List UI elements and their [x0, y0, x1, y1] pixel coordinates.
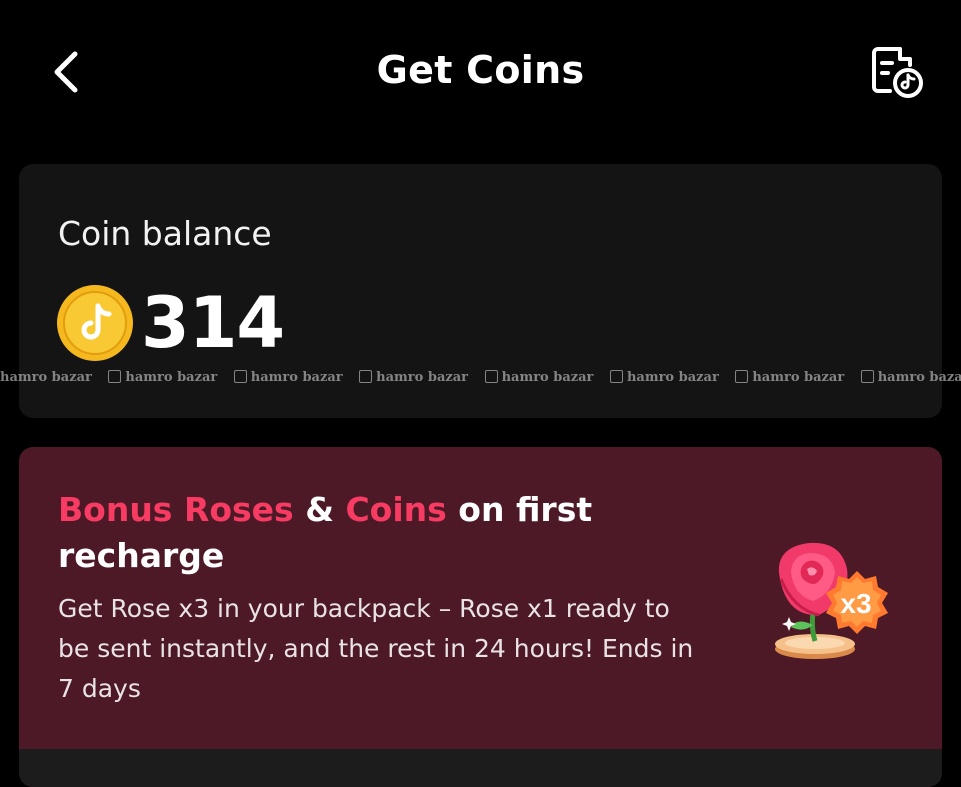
- watermark-strip: hamro bazar hamro bazar hamro bazar hamr…: [0, 370, 961, 390]
- watermark-text: hamro bazar: [125, 370, 218, 385]
- watermark-logo-icon: [233, 370, 247, 383]
- watermark-text: hamro bazar: [250, 370, 343, 385]
- watermark-logo-icon: [359, 370, 373, 383]
- status-bar: [0, 0, 961, 18]
- promo-title-roses: Bonus Roses: [58, 490, 294, 529]
- watermark-logo-icon: [609, 370, 623, 383]
- watermark-text: hamro bazar: [0, 370, 92, 385]
- first-recharge-promo-card[interactable]: Bonus Roses & Coins on first recharge Ge…: [19, 447, 942, 787]
- coin-balance-value: 314: [141, 282, 285, 364]
- status-icons: [577, 0, 897, 4]
- status-time: [70, 0, 160, 4]
- promo-card-footer: [19, 749, 942, 787]
- rose-x3-icon: x3: [775, 542, 888, 659]
- watermark-logo-icon: [860, 370, 874, 383]
- watermark-text: hamro bazar: [626, 370, 719, 385]
- tiktok-coin-icon: [57, 285, 133, 361]
- rose-badge-text: x3: [840, 588, 871, 619]
- transaction-history-icon: [872, 47, 923, 98]
- watermark-text: hamro bazar: [376, 370, 469, 385]
- watermark-logo-icon: [735, 370, 749, 383]
- promo-title-amp: &: [293, 490, 346, 529]
- watermark-text: hamro bazar: [752, 370, 845, 385]
- watermark-logo-icon: [484, 370, 498, 383]
- promo-title-coins: Coins: [345, 490, 447, 529]
- coin-balance-label: Coin balance: [58, 214, 272, 253]
- watermark-text: hamro bazar: [501, 370, 594, 385]
- watermark-text: hamro bazar: [877, 370, 961, 385]
- promo-title: Bonus Roses & Coins on first recharge: [58, 487, 618, 579]
- transaction-history-button[interactable]: [869, 44, 925, 100]
- page-title: Get Coins: [376, 48, 585, 92]
- promo-description: Get Rose x3 in your backpack – Rose x1 r…: [58, 594, 694, 703]
- watermark-logo-icon: [108, 370, 122, 383]
- top-nav-bar: Get Coins: [0, 20, 961, 130]
